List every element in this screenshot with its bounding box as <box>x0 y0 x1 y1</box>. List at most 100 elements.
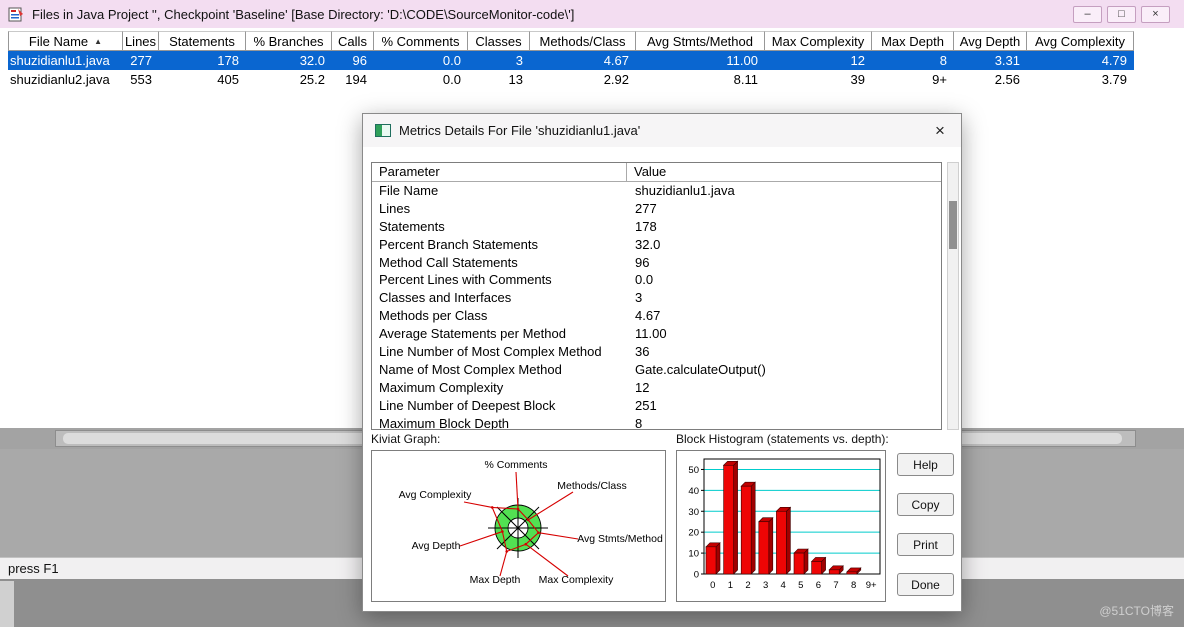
param-row[interactable]: Name of Most Complex Method Gate.calculat… <box>372 361 941 379</box>
cell: 32.0 <box>299 53 325 68</box>
dialog-buttons: Help Copy Print Done <box>897 453 954 596</box>
close-icon: × <box>1152 7 1159 20</box>
metrics-dialog: Metrics Details For File 'shuzidianlu1.j… <box>362 113 962 612</box>
kiviat-axis-label: Methods/Class <box>557 480 626 492</box>
param-row[interactable]: Line Number of Deepest Block 251 <box>372 397 941 415</box>
param-row[interactable]: Percent Branch Statements 32.0 <box>372 236 941 254</box>
column-header--comments[interactable]: % Comments <box>374 31 468 51</box>
cell: shuzidianlu2.java <box>10 72 110 87</box>
param-value: 178 <box>635 218 657 234</box>
table-row[interactable]: shuzidianlu1.java 277 178 32.0 96 0.0 3 4.67 11.… <box>8 51 1134 70</box>
svg-text:0: 0 <box>710 580 715 591</box>
dialog-scrollbar-thumb[interactable] <box>949 201 957 249</box>
cell: 2.92 <box>603 72 629 87</box>
dialog-close-button[interactable]: × <box>925 118 955 143</box>
parameter-column-header[interactable]: Parameter <box>372 163 627 181</box>
param-name: Line Number of Deepest Block <box>379 397 556 413</box>
param-name: Percent Branch Statements <box>379 236 538 252</box>
param-value: 4.67 <box>635 308 661 324</box>
kiviat-axis-label: Max Complexity <box>539 574 614 586</box>
sourcemonitor-window: Files in Java Project '', Checkpoint 'Ba… <box>0 0 1184 627</box>
param-row[interactable]: Statements 178 <box>372 218 941 236</box>
column-header-calls[interactable]: Calls <box>332 31 374 51</box>
column-label: Lines <box>124 33 157 49</box>
param-row[interactable]: Maximum Block Depth 8 <box>372 415 941 430</box>
cell: shuzidianlu1.java <box>10 53 110 68</box>
svg-text:3: 3 <box>763 580 768 591</box>
column-label: Statements <box>169 33 235 49</box>
param-name: Average Statements per Method <box>379 326 566 342</box>
param-row[interactable]: Average Statements per Method 11.00 <box>372 325 941 343</box>
column-header-avg-depth[interactable]: Avg Depth <box>954 31 1027 51</box>
param-row[interactable]: Percent Lines with Comments 0.0 <box>372 271 941 289</box>
param-name: Methods per Class <box>379 308 488 324</box>
column-label: File Name <box>28 33 89 49</box>
kiviat-axis-label: Max Depth <box>470 574 521 586</box>
column-header-max-complexity[interactable]: Max Complexity <box>765 31 872 51</box>
print-button[interactable]: Print <box>897 533 954 556</box>
param-table: Parameter Value File Name shuzidianlu1.ja… <box>371 162 942 430</box>
param-name: File Name <box>379 183 439 198</box>
column-header-max-depth[interactable]: Max Depth <box>872 31 954 51</box>
cell: 39 <box>850 72 865 87</box>
cell: 553 <box>130 72 152 87</box>
column-header-file-name[interactable]: File Name ▲ <box>8 31 123 51</box>
cell: 13 <box>508 72 523 87</box>
dialog-title: Metrics Details For File 'shuzidianlu1.j… <box>399 123 641 138</box>
param-value: 277 <box>635 200 657 216</box>
param-row[interactable]: Methods per Class 4.67 <box>372 307 941 325</box>
column-header-avg-stmts-method[interactable]: Avg Stmts/Method <box>636 31 765 51</box>
block-histogram: 0 10 20 30 40 50 0 1 2 3 4 5 6 7 8 9+ <box>676 450 886 602</box>
column-header-methods-class[interactable]: Methods/Class <box>530 31 636 51</box>
param-row[interactable]: Lines 277 <box>372 200 941 218</box>
table-row[interactable]: shuzidianlu2.java 553 405 25.2 194 0.0 13 2.92 8… <box>8 70 1134 89</box>
cell: 8 <box>939 53 947 68</box>
param-row[interactable]: Classes and Interfaces 3 <box>372 289 941 307</box>
param-value: 251 <box>635 397 657 413</box>
param-table-body: File Name shuzidianlu1.java Lines 277 Statem… <box>372 182 941 430</box>
param-name: Maximum Block Depth <box>379 415 510 430</box>
window-titlebar[interactable]: Files in Java Project '', Checkpoint 'Ba… <box>0 0 1184 28</box>
cell: 194 <box>345 72 367 87</box>
dialog-titlebar[interactable]: Metrics Details For File 'shuzidianlu1.j… <box>363 114 961 147</box>
param-value: 32.0 <box>635 236 661 252</box>
svg-text:7: 7 <box>833 580 838 591</box>
param-row[interactable]: Line Number of Most Complex Method 36 <box>372 343 941 361</box>
done-button[interactable]: Done <box>897 573 954 596</box>
window-controls: – □ × <box>1073 5 1170 23</box>
param-row[interactable]: File Name shuzidianlu1.java <box>372 182 941 200</box>
window-title: Files in Java Project '', Checkpoint 'Ba… <box>32 6 575 22</box>
value-column-header[interactable]: Value <box>627 163 941 181</box>
svg-text:8: 8 <box>851 580 856 591</box>
column-header--branches[interactable]: % Branches <box>246 31 332 51</box>
param-row[interactable]: Method Call Statements 96 <box>372 254 941 272</box>
kiviat-axis-label: Avg Stmts/Method <box>577 533 663 545</box>
param-name: Name of Most Complex Method <box>379 361 562 377</box>
kiviat-axis-label: % Comments <box>484 459 547 471</box>
param-row[interactable]: Maximum Complexity 12 <box>372 379 941 397</box>
corner-box <box>0 581 14 627</box>
param-value: 36 <box>635 344 650 360</box>
cell: 405 <box>217 72 239 87</box>
param-value: 8 <box>635 415 643 430</box>
column-header-classes[interactable]: Classes <box>468 31 530 51</box>
maximize-button[interactable]: □ <box>1107 5 1136 23</box>
column-label: Avg Complexity <box>1034 33 1126 49</box>
cell: 3.79 <box>1101 72 1127 87</box>
minimize-button[interactable]: – <box>1073 5 1102 23</box>
svg-text:10: 10 <box>688 549 699 560</box>
histogram-chart: 0 10 20 30 40 50 0 1 2 3 4 5 6 7 8 9+ <box>688 458 881 591</box>
column-header-statements[interactable]: Statements <box>159 31 246 51</box>
dialog-scrollbar[interactable] <box>947 162 959 430</box>
cell: 11.00 <box>726 53 758 68</box>
help-button[interactable]: Help <box>897 453 954 476</box>
param-value: shuzidianlu1.java <box>635 183 735 198</box>
column-label: Calls <box>338 33 367 49</box>
column-header-avg-complexity[interactable]: Avg Complexity <box>1027 31 1134 51</box>
close-button[interactable]: × <box>1141 5 1170 23</box>
copy-button[interactable]: Copy <box>897 493 954 516</box>
column-header-lines[interactable]: Lines <box>123 31 159 51</box>
column-label: Classes <box>475 33 522 49</box>
kiviat-axis-label: Avg Complexity <box>399 489 473 501</box>
param-name: Method Call Statements <box>379 254 518 270</box>
